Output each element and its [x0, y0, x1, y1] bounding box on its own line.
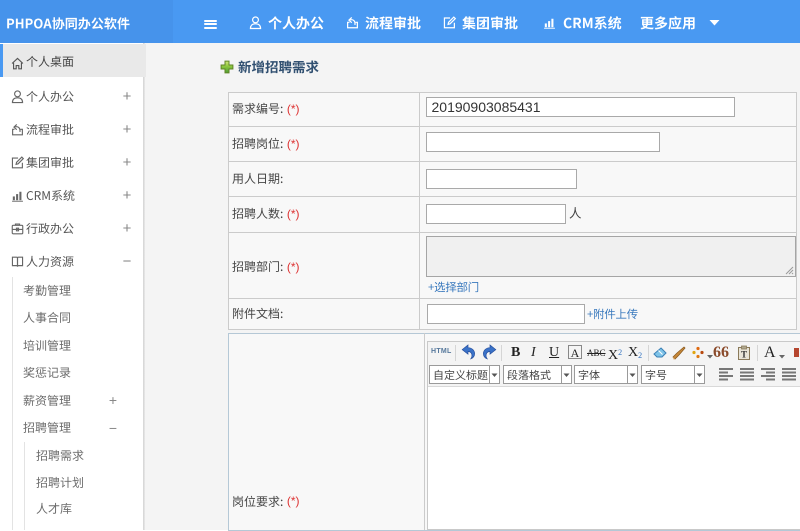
- svg-text:T: T: [741, 349, 747, 359]
